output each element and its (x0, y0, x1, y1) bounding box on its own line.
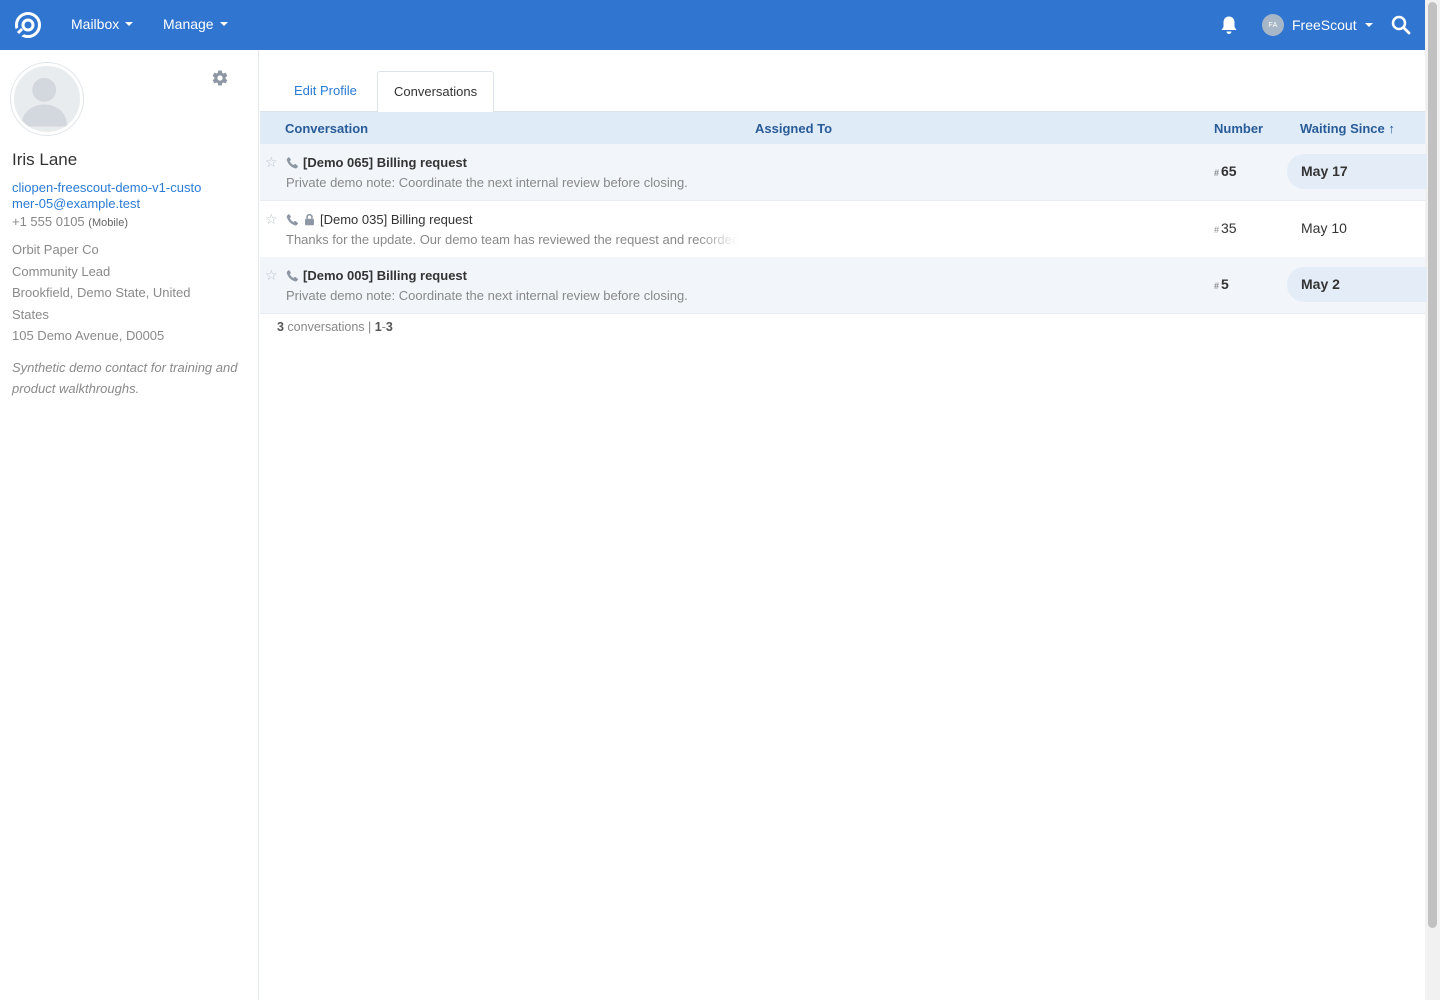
waiting-since-badge: May 2 (1287, 267, 1427, 302)
phone-icon (286, 269, 299, 282)
conversation-subject-line: [Demo 035] Billing request (286, 212, 472, 227)
pager-range-start: 1 (374, 320, 382, 334)
pagination-summary: 3 conversations | 1-3 (277, 320, 393, 334)
user-name: FreeScout (1292, 17, 1357, 33)
conversation-preview: Private demo note: Coordinate the next i… (286, 288, 738, 303)
column-header-conversation[interactable]: Conversation (285, 121, 368, 136)
customer-avatar (11, 63, 83, 135)
conversation-row[interactable]: ☆ [Demo 005] Billing request Private dem… (260, 257, 1427, 314)
chevron-down-icon (219, 22, 228, 26)
customer-note: Synthetic demo contact for training and … (12, 360, 238, 396)
tab-conversations[interactable]: Conversations (377, 71, 495, 113)
customer-details: Orbit Paper Co Community Lead Brookfield… (12, 239, 212, 347)
scrollbar-thumb[interactable] (1428, 2, 1437, 928)
waiting-since-badge: May 10 (1301, 220, 1347, 236)
customer-job-title: Community Lead (12, 263, 111, 279)
main-content: Edit Profile Conversations Conversation … (260, 50, 1427, 1000)
star-icon[interactable]: ☆ (265, 267, 278, 284)
pager-separator: | (364, 320, 375, 334)
conversation-preview: Thanks for the update. Our demo team has… (286, 232, 738, 247)
bell-icon[interactable] (1220, 15, 1238, 35)
customer-sidebar: Iris Lane cliopen-freescout-demo-v1-cust… (0, 50, 259, 1000)
star-icon[interactable]: ☆ (265, 211, 278, 228)
profile-tabs: Edit Profile Conversations (260, 71, 1425, 113)
number-hash: # (1214, 225, 1220, 235)
column-header-number[interactable]: Number (1214, 121, 1263, 136)
manage-menu-label: Manage (163, 16, 214, 32)
conversation-number-value: 5 (1221, 276, 1229, 292)
top-navbar: Mailbox Manage FA FreeScout (0, 0, 1425, 50)
star-icon[interactable]: ☆ (265, 154, 278, 171)
conversations-table-header: Conversation Assigned To Number Waiting … (260, 112, 1425, 144)
mailbox-menu[interactable]: Mailbox (71, 16, 134, 32)
customer-phone-number: +1 555 0105 (12, 214, 85, 229)
conversation-preview: Private demo note: Coordinate the next i… (286, 175, 738, 190)
customer-address: 105 Demo Avenue, D0005 (12, 328, 165, 343)
pager-range-end: 3 (385, 320, 393, 334)
user-avatar: FA (1262, 14, 1284, 36)
conversation-number-value: 65 (1221, 163, 1237, 179)
mailbox-menu-label: Mailbox (71, 16, 120, 32)
page-scrollbar[interactable] (1425, 0, 1440, 1000)
conversation-row[interactable]: ☆ [Demo 065] Billing request Private dem… (260, 144, 1427, 201)
customer-company: Orbit Paper Co (12, 242, 99, 257)
customer-phone-type: (Mobile) (88, 217, 129, 229)
conversation-subject[interactable]: [Demo 035] Billing request (320, 212, 472, 227)
manage-menu[interactable]: Manage (163, 16, 228, 32)
conversation-subject[interactable]: [Demo 065] Billing request (303, 155, 467, 170)
conversation-number-value: 35 (1221, 220, 1237, 236)
customer-phone: +1 555 0105 (Mobile) (12, 214, 128, 229)
conversation-subject[interactable]: [Demo 005] Billing request (303, 268, 467, 283)
phone-icon (286, 213, 299, 226)
column-header-waiting-since[interactable]: Waiting Since ↑ (1300, 121, 1395, 136)
tab-edit-profile[interactable]: Edit Profile (278, 71, 373, 112)
waiting-since-badge: May 17 (1287, 154, 1427, 189)
column-header-assigned-to[interactable]: Assigned To (755, 121, 832, 136)
chevron-down-icon (125, 22, 134, 26)
conversation-number: #35 (1214, 220, 1237, 236)
conversation-number: #5 (1214, 276, 1229, 292)
conversation-count: 3 (277, 320, 284, 334)
customer-location: Brookfield, Demo State, United States (12, 285, 191, 322)
conversation-row[interactable]: ☆ [Demo 035] Billing request Thanks for … (260, 201, 1425, 258)
conversation-count-label: conversations (283, 320, 365, 334)
user-menu[interactable]: FA FreeScout (1262, 14, 1373, 36)
customer-email-link[interactable]: cliopen-freescout-demo-v1-customer-05@ex… (12, 180, 212, 212)
conversation-number: #65 (1214, 163, 1237, 179)
chevron-down-icon (1364, 23, 1373, 27)
freescout-logo-icon[interactable] (14, 11, 42, 39)
gear-icon[interactable] (211, 69, 229, 87)
conversation-subject-line: [Demo 005] Billing request (286, 268, 467, 283)
user-silhouette-icon (21, 77, 68, 127)
conversation-subject-line: [Demo 065] Billing request (286, 155, 467, 170)
phone-icon (286, 156, 299, 169)
search-icon[interactable] (1391, 15, 1411, 35)
lock-icon (305, 213, 314, 226)
number-hash: # (1214, 168, 1220, 178)
customer-name: Iris Lane (12, 150, 78, 169)
number-hash: # (1214, 281, 1220, 291)
